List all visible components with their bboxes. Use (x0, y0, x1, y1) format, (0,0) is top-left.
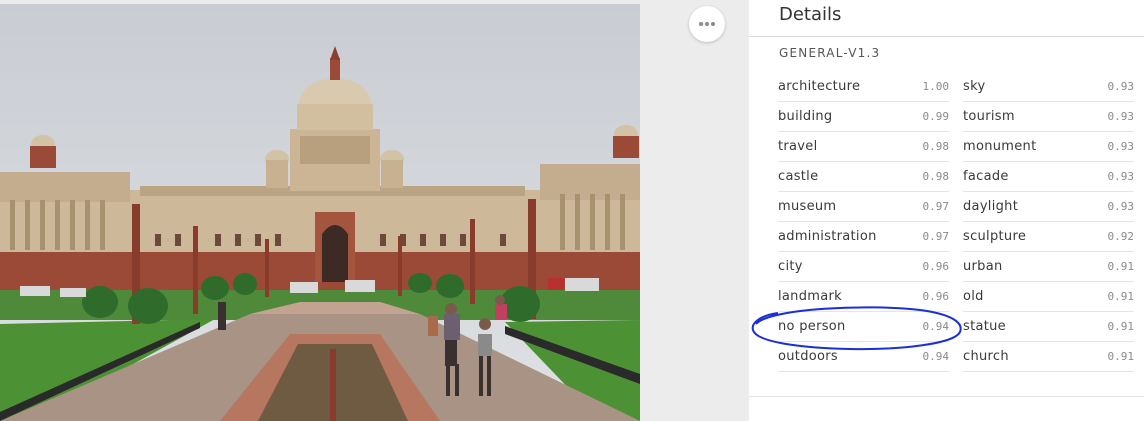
bottom-divider (749, 396, 1144, 397)
concept-name: building (778, 109, 833, 124)
model-label: GENERAL-V1.3 (779, 46, 881, 60)
concept-row[interactable]: old 0.91 (963, 282, 1134, 312)
concept-column-left: architecture 1.00 building 0.99 travel 0.98 ca… (778, 72, 949, 372)
concept-confidence: 0.98 (922, 170, 950, 183)
concept-confidence: 0.97 (922, 200, 950, 213)
concept-name: monument (963, 139, 1037, 154)
concept-confidence: 0.93 (1107, 140, 1135, 153)
concept-confidence: 0.99 (922, 110, 950, 123)
concept-name: sky (963, 79, 986, 94)
concept-row[interactable]: outdoors 0.94 (778, 342, 949, 372)
concept-name: sculpture (963, 229, 1027, 244)
concept-confidence: 0.91 (1107, 290, 1135, 303)
concept-confidence: 0.91 (1107, 260, 1135, 273)
concept-name: statue (963, 319, 1006, 334)
concept-confidence: 0.96 (922, 260, 950, 273)
concept-name: outdoors (778, 349, 838, 364)
concept-row[interactable]: daylight 0.93 (963, 192, 1134, 222)
concept-name: church (963, 349, 1009, 364)
concept-row[interactable]: building 0.99 (778, 102, 949, 132)
concept-row[interactable]: urban 0.91 (963, 252, 1134, 282)
more-horizontal-icon (705, 22, 709, 26)
concept-confidence: 0.93 (1107, 110, 1135, 123)
concept-confidence: 0.91 (1107, 350, 1135, 363)
concept-confidence: 0.94 (922, 320, 950, 333)
more-horizontal-icon (711, 22, 715, 26)
concept-name: museum (778, 199, 837, 214)
header-divider (749, 36, 1144, 37)
more-options-button[interactable] (689, 6, 725, 42)
concept-name: facade (963, 169, 1009, 184)
analyzed-photo (0, 4, 640, 421)
concept-column-right: sky 0.93 tourism 0.93 monument 0.93 facade 0.93… (963, 72, 1134, 372)
concept-row[interactable]: sculpture 0.92 (963, 222, 1134, 252)
concept-row[interactable]: museum 0.97 (778, 192, 949, 222)
more-horizontal-icon (699, 22, 703, 26)
concept-row[interactable]: architecture 1.00 (778, 72, 949, 102)
concept-row[interactable]: sky 0.93 (963, 72, 1134, 102)
concept-confidence: 0.94 (922, 350, 950, 363)
concept-name: landmark (778, 289, 842, 304)
concept-confidence: 0.93 (1107, 80, 1135, 93)
concept-name: castle (778, 169, 819, 184)
concept-row[interactable]: travel 0.98 (778, 132, 949, 162)
concept-row[interactable]: administration 0.97 (778, 222, 949, 252)
concept-confidence: 0.93 (1107, 170, 1135, 183)
concept-confidence: 0.96 (922, 290, 950, 303)
concept-confidence: 0.91 (1107, 320, 1135, 333)
concept-confidence: 0.92 (1107, 230, 1135, 243)
concept-row[interactable]: facade 0.93 (963, 162, 1134, 192)
concept-row[interactable]: monument 0.93 (963, 132, 1134, 162)
concept-confidence: 0.93 (1107, 200, 1135, 213)
concept-row[interactable]: tourism 0.93 (963, 102, 1134, 132)
concept-name: daylight (963, 199, 1019, 214)
concept-row[interactable]: statue 0.91 (963, 312, 1134, 342)
concept-row[interactable]: church 0.91 (963, 342, 1134, 372)
concept-name: urban (963, 259, 1003, 274)
concept-name: old (963, 289, 984, 304)
concept-name: city (778, 259, 803, 274)
concept-name: travel (778, 139, 818, 154)
concept-row[interactable]: city 0.96 (778, 252, 949, 282)
details-title: Details (779, 4, 842, 25)
image-panel (0, 0, 748, 421)
concept-row[interactable]: landmark 0.96 (778, 282, 949, 312)
concept-name: no person (778, 319, 846, 334)
concept-confidence: 0.98 (922, 140, 950, 153)
concept-confidence: 1.00 (922, 80, 950, 93)
concept-name: tourism (963, 109, 1015, 124)
concept-row[interactable]: no person 0.94 (778, 312, 949, 342)
details-panel: Details GENERAL-V1.3 architecture 1.00 bui… (749, 0, 1144, 421)
concept-name: administration (778, 229, 877, 244)
concept-confidence: 0.97 (922, 230, 950, 243)
concept-name: architecture (778, 79, 861, 94)
concept-row[interactable]: castle 0.98 (778, 162, 949, 192)
